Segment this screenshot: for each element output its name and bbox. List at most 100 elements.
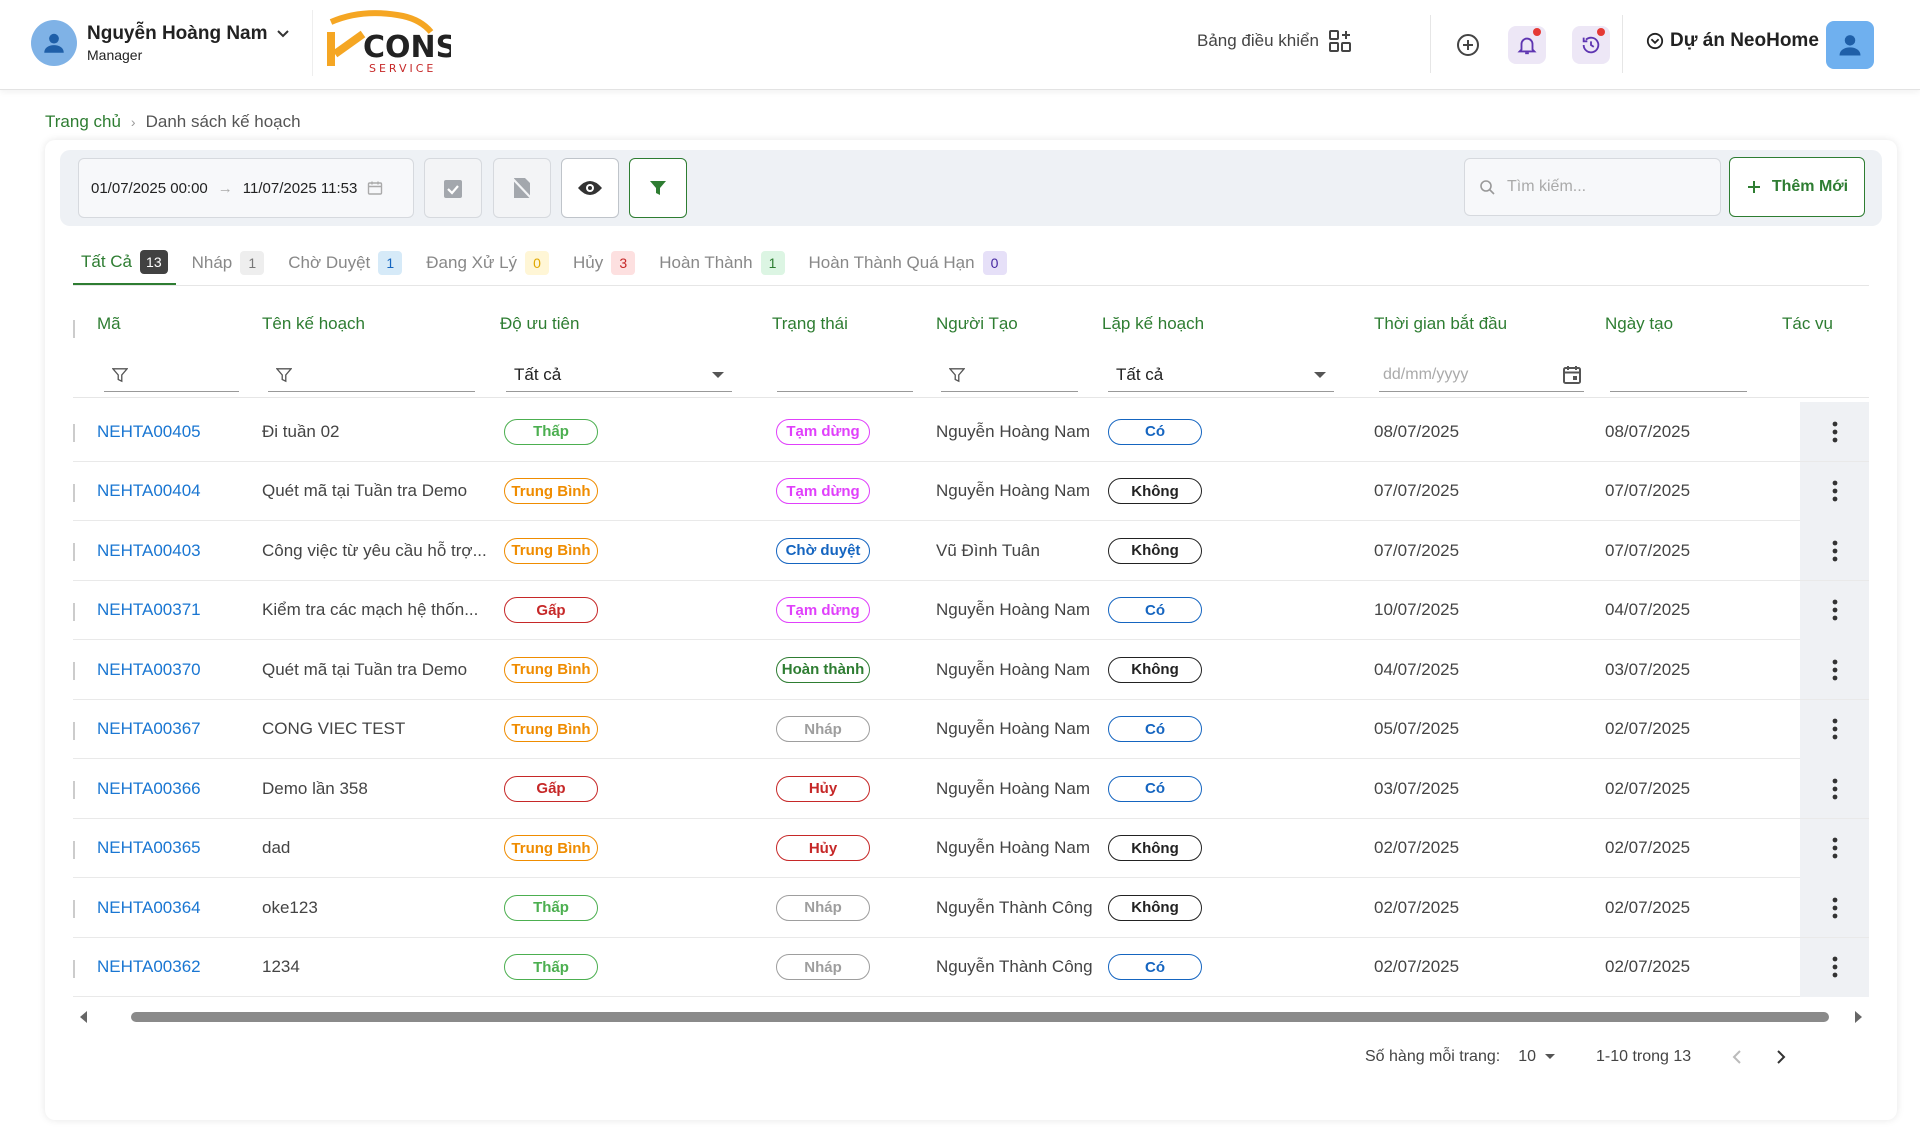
prev-page-icon[interactable] bbox=[1731, 1049, 1743, 1065]
cell-code[interactable]: NEHTA00362 bbox=[97, 938, 257, 997]
tab-0[interactable]: Tất Cả 13 bbox=[73, 240, 176, 286]
dropdown-arrow-icon bbox=[1545, 1054, 1555, 1059]
cell-code[interactable]: NEHTA00366 bbox=[97, 759, 257, 818]
tab-5[interactable]: Hoàn Thành 1 bbox=[651, 240, 792, 286]
tab-label: Hoàn Thành bbox=[659, 253, 753, 272]
scrollbar-thumb[interactable] bbox=[131, 1012, 1829, 1022]
col-start-time[interactable]: Thời gian bắt đầu bbox=[1374, 314, 1507, 334]
row-actions-cell bbox=[1800, 402, 1869, 461]
table-row[interactable]: NEHTA00364 oke123 Thấp Nháp Nguyễn Thành Côn… bbox=[73, 878, 1869, 938]
start-date-filter-input[interactable]: dd/mm/yyyy bbox=[1379, 358, 1584, 392]
user-avatar[interactable] bbox=[31, 20, 77, 66]
add-circle-button[interactable] bbox=[1449, 26, 1487, 64]
more-vertical-icon[interactable] bbox=[1832, 599, 1838, 621]
cell-code[interactable]: NEHTA00403 bbox=[97, 521, 257, 580]
table-row[interactable]: NEHTA00365 dad Trung Bình Hủy Nguyễn Hoàng N… bbox=[73, 818, 1869, 878]
created-date-filter-input[interactable] bbox=[1610, 358, 1747, 392]
tab-4[interactable]: Hủy 3 bbox=[565, 240, 643, 286]
cell-code[interactable]: NEHTA00405 bbox=[97, 402, 257, 461]
add-new-button[interactable]: Thêm Mới bbox=[1729, 157, 1865, 217]
history-button[interactable] bbox=[1572, 26, 1610, 64]
tab-1[interactable]: Nháp 1 bbox=[184, 240, 273, 286]
table-row[interactable]: NEHTA00366 Demo lần 358 Gấp Hủy Nguyễn Hoàng… bbox=[73, 759, 1869, 819]
tab-2[interactable]: Chờ Duyệt 1 bbox=[280, 240, 410, 286]
table-row[interactable]: NEHTA00370 Quét mã tại Tuần tra Demo Trung… bbox=[73, 640, 1869, 700]
rows-per-page-select[interactable]: 10 bbox=[1518, 1048, 1556, 1066]
col-status[interactable]: Trạng thái bbox=[772, 314, 848, 334]
cell-created-date: 04/07/2025 bbox=[1605, 600, 1691, 619]
cell-code[interactable]: NEHTA00365 bbox=[97, 819, 257, 878]
col-created-date[interactable]: Ngày tạo bbox=[1605, 314, 1673, 334]
recurring-cell: Có bbox=[1108, 700, 1206, 759]
history-dot bbox=[1597, 28, 1605, 36]
notification-button[interactable] bbox=[1508, 26, 1546, 64]
more-vertical-icon[interactable] bbox=[1832, 956, 1838, 978]
user-name-row[interactable]: Nguyễn Hoàng Nam bbox=[87, 23, 290, 45]
table-row[interactable]: NEHTA00371 Kiểm tra các mạch hệ thốn... Gấ… bbox=[73, 580, 1869, 640]
cell-code[interactable]: NEHTA00370 bbox=[97, 640, 257, 699]
tab-3[interactable]: Đang Xử Lý 0 bbox=[418, 240, 557, 286]
recurring-badge: Có bbox=[1108, 418, 1202, 445]
scroll-left-icon[interactable] bbox=[78, 1010, 88, 1024]
more-vertical-icon[interactable] bbox=[1832, 540, 1838, 562]
status-cell: Hủy bbox=[776, 759, 874, 818]
priority-filter-select[interactable]: Tất cả bbox=[506, 358, 732, 392]
table-row[interactable]: NEHTA00362 1234 Thấp Nháp Nguyễn Thành Công C… bbox=[73, 937, 1869, 997]
dashboard-link[interactable]: Bảng điều khiển bbox=[1197, 30, 1351, 52]
search-box[interactable]: Tìm kiếm... bbox=[1464, 158, 1721, 216]
cell-code[interactable]: NEHTA00364 bbox=[97, 878, 257, 937]
calendar-icon[interactable] bbox=[1562, 365, 1582, 385]
cell-creator: Nguyễn Hoàng Nam bbox=[936, 659, 1091, 679]
cell-code[interactable]: NEHTA00367 bbox=[97, 700, 257, 759]
project-selector[interactable]: Dự án NeoHome bbox=[1646, 30, 1819, 52]
creator-filter-input[interactable] bbox=[941, 358, 1078, 392]
more-vertical-icon[interactable] bbox=[1832, 837, 1838, 859]
code-filter-input[interactable] bbox=[104, 358, 239, 392]
date-to[interactable]: 11/07/2025 11:53 bbox=[243, 180, 358, 197]
chevron-down-icon[interactable] bbox=[276, 29, 290, 39]
more-vertical-icon[interactable] bbox=[1832, 897, 1838, 919]
more-vertical-icon[interactable] bbox=[1832, 421, 1838, 443]
more-vertical-icon[interactable] bbox=[1832, 718, 1838, 740]
cell-code[interactable]: NEHTA00404 bbox=[97, 462, 257, 521]
col-recurring[interactable]: Lặp kế hoạch bbox=[1102, 314, 1204, 334]
account-avatar[interactable] bbox=[1826, 21, 1874, 69]
cell-name: Công việc từ yêu cầu hỗ trợ... bbox=[262, 540, 487, 560]
col-name[interactable]: Tên kế hoạch bbox=[262, 314, 365, 334]
breadcrumb-home[interactable]: Trang chủ bbox=[45, 112, 121, 132]
recurring-filter-select[interactable]: Tất cả bbox=[1108, 358, 1334, 392]
unassigned-filter-button[interactable] bbox=[493, 158, 551, 218]
table-row[interactable]: NEHTA00367 CONG VIEC TEST Trung Bình Nháp Ng… bbox=[73, 699, 1869, 759]
approve-filter-button[interactable] bbox=[424, 158, 482, 218]
user-menu[interactable]: Nguyễn Hoàng Nam Manager bbox=[31, 20, 290, 66]
cell-creator: Nguyễn Hoàng Nam bbox=[936, 600, 1091, 619]
name-filter-input[interactable] bbox=[268, 358, 475, 392]
col-priority[interactable]: Độ ưu tiên bbox=[500, 314, 579, 334]
recurring-badge: Không bbox=[1108, 478, 1202, 504]
col-code[interactable]: Mã bbox=[97, 314, 121, 334]
tab-count-badge: 0 bbox=[525, 251, 550, 275]
table-row[interactable]: NEHTA00403 Công việc từ yêu cầu hỗ trợ...… bbox=[73, 521, 1869, 581]
more-vertical-icon[interactable] bbox=[1832, 480, 1838, 502]
table-row[interactable]: NEHTA00405 Đi tuần 02 Thấp Tạm dừng Nguyễn H… bbox=[73, 402, 1869, 462]
filter-toggle-button[interactable] bbox=[629, 158, 687, 218]
view-toggle-button[interactable] bbox=[561, 158, 619, 218]
next-page-icon[interactable] bbox=[1775, 1049, 1787, 1065]
horizontal-scrollbar[interactable] bbox=[73, 1008, 1869, 1028]
cell-created-date: 07/07/2025 bbox=[1605, 540, 1691, 560]
col-creator[interactable]: Người Tạo bbox=[936, 314, 1018, 334]
cell-code[interactable]: NEHTA00371 bbox=[97, 581, 257, 640]
priority-cell: Trung Bình bbox=[504, 700, 602, 759]
table-row[interactable]: NEHTA00404 Quét mã tại Tuần tra Demo Trung… bbox=[73, 461, 1869, 521]
status-filter-input[interactable] bbox=[777, 358, 913, 392]
tab-6[interactable]: Hoàn Thành Quá Hạn 0 bbox=[801, 240, 1015, 286]
search-input[interactable]: Tìm kiếm... bbox=[1507, 178, 1586, 196]
scroll-right-icon[interactable] bbox=[1854, 1010, 1864, 1024]
date-from[interactable]: 01/07/2025 00:00 bbox=[91, 180, 208, 197]
date-range-picker[interactable]: 01/07/2025 00:00 → 11/07/2025 11:53 bbox=[78, 158, 414, 218]
more-vertical-icon[interactable] bbox=[1832, 778, 1838, 800]
more-vertical-icon[interactable] bbox=[1832, 659, 1838, 681]
status-badge: Nháp bbox=[776, 716, 870, 742]
svg-text:SERVICE: SERVICE bbox=[369, 62, 436, 75]
tab-count-badge: 13 bbox=[140, 249, 168, 274]
